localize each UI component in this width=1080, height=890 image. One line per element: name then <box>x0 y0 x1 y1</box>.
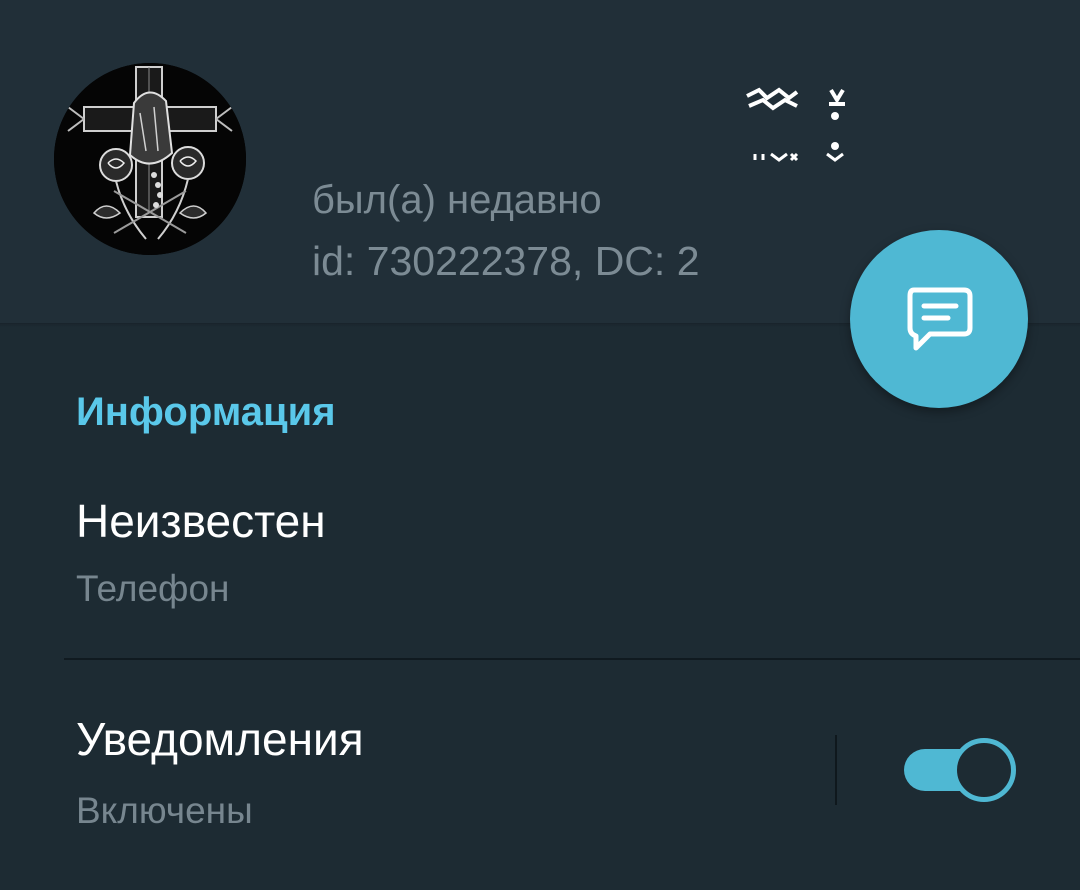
notifications-state: Включены <box>76 790 253 831</box>
phone-row[interactable]: Неизвестен Телефон <box>0 470 1080 658</box>
notifications-title: Уведомления <box>76 713 364 765</box>
toggle-thumb <box>952 738 1016 802</box>
user-id-line: id: 730222378, DC: 2 <box>312 238 700 284</box>
notifications-toggle[interactable] <box>904 738 1016 802</box>
section-title-info: Информация <box>76 390 336 434</box>
phone-label: Телефон <box>76 568 230 609</box>
row-divider <box>64 658 1080 660</box>
garbled-name-glyphs <box>746 87 845 162</box>
send-message-button[interactable] <box>850 230 1028 408</box>
toggle-separator <box>835 735 837 805</box>
last-seen-status: был(а) недавно <box>312 178 602 222</box>
avatar-image <box>54 63 246 255</box>
avatar[interactable] <box>54 63 246 255</box>
message-icon <box>907 287 973 351</box>
phone-value: Неизвестен <box>76 495 326 547</box>
